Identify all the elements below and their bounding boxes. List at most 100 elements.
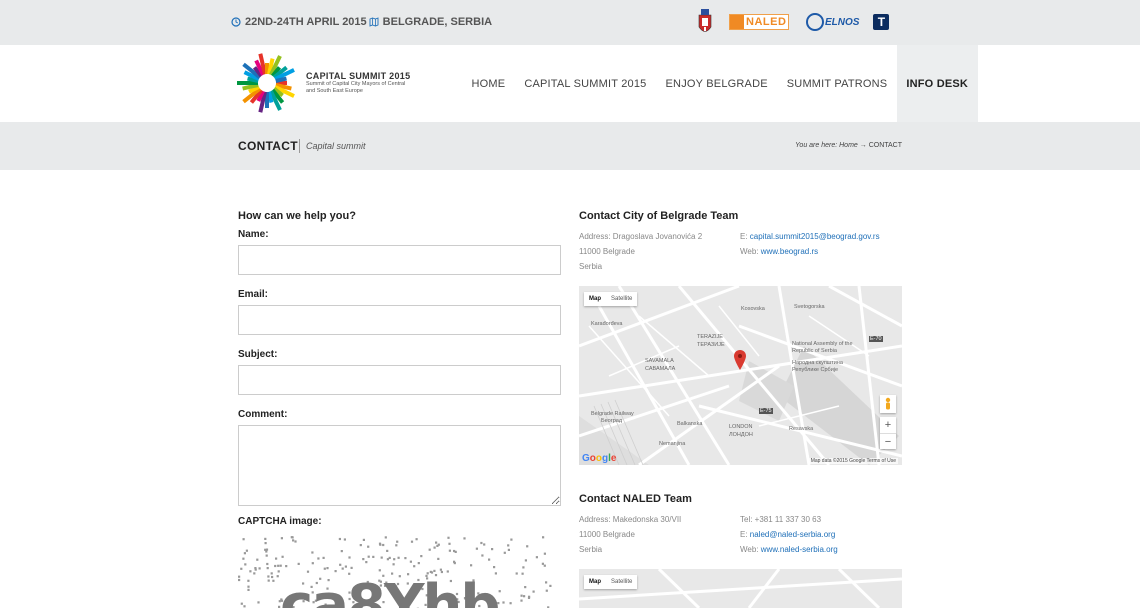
subject-label: Subject: xyxy=(238,349,278,360)
captcha-noise xyxy=(344,565,347,568)
city-map[interactable]: Svetogorska Kosovska TERAZIJE ТЕРАЗИЈЕ S… xyxy=(579,286,902,465)
captcha-noise xyxy=(334,570,337,573)
map-label: Kosovska xyxy=(741,306,765,312)
captcha-noise xyxy=(271,575,274,579)
location-pin-icon[interactable] xyxy=(734,350,746,370)
captcha-noise xyxy=(409,560,412,563)
captcha-noise xyxy=(242,538,245,541)
naled-map[interactable]: Map Satellite xyxy=(579,569,902,608)
map-label: E-75 xyxy=(759,408,773,414)
google-logo: Google xyxy=(582,453,617,464)
captcha-noise xyxy=(509,602,512,605)
site-header: CAPITAL SUMMIT 2015 Summit of Capital Ci… xyxy=(0,45,1140,122)
city-web-prefix: Web: xyxy=(740,247,761,256)
event-info: 22ND-24TH APRIL 2015 BELGRADE, SERBIA xyxy=(231,16,492,28)
captcha-noise xyxy=(502,601,505,604)
captcha-noise xyxy=(264,542,267,545)
email-field[interactable] xyxy=(238,305,561,335)
city-email-prefix: E: xyxy=(740,232,750,241)
captcha-noise xyxy=(510,538,513,541)
naled-web-link[interactable]: www.naled-serbia.org xyxy=(761,545,838,554)
captcha-noise xyxy=(447,536,450,539)
breadcrumb: You are here: Home → CONTACT xyxy=(795,142,902,149)
map-type-tabs: Map Satellite xyxy=(584,292,638,306)
map-label: Nemanjina xyxy=(659,441,686,447)
pegman-icon[interactable] xyxy=(880,395,896,413)
captcha-noise xyxy=(417,562,420,565)
captcha-noise xyxy=(359,544,362,547)
city-email-link[interactable]: capital.summit2015@beograd.gov.rs xyxy=(750,232,880,241)
captcha-noise xyxy=(448,549,451,552)
captcha-noise xyxy=(256,558,259,561)
captcha-noise xyxy=(520,599,523,602)
captcha-noise xyxy=(265,554,268,557)
captcha-label: CAPTCHA image: xyxy=(238,516,322,527)
naled-logo[interactable]: NALED xyxy=(729,14,789,30)
elnos-logo[interactable]: ELNOS xyxy=(806,13,859,31)
city-address-line1: Address: Dragoslava Jovanovića 2 xyxy=(579,232,703,241)
captcha-noise xyxy=(274,564,277,568)
nav-home[interactable]: HOME xyxy=(462,45,515,122)
naled-address-line1: Address: Makedonska 30/VII xyxy=(579,515,682,524)
captcha-noise xyxy=(493,566,496,569)
subject-field[interactable] xyxy=(238,365,561,395)
zoom-out-button[interactable]: − xyxy=(880,433,896,449)
naled-web-prefix: Web: xyxy=(740,545,761,554)
captcha-noise xyxy=(258,567,261,570)
captcha-noise xyxy=(265,550,268,553)
captcha-noise xyxy=(338,537,341,541)
captcha-noise xyxy=(470,564,473,567)
captcha-noise xyxy=(270,572,273,575)
name-field[interactable] xyxy=(238,245,561,275)
nav-summit-patrons[interactable]: SUMMIT PATRONS xyxy=(777,45,897,122)
captcha-noise xyxy=(491,548,494,551)
map-tab-satellite[interactable]: Satellite xyxy=(606,292,637,306)
map-tab-map[interactable]: Map xyxy=(584,292,606,306)
captcha-noise xyxy=(272,579,275,582)
captcha-noise xyxy=(543,564,546,567)
captcha-noise xyxy=(437,557,440,560)
logo-ray xyxy=(267,91,274,103)
captcha-noise xyxy=(362,558,365,561)
nav-capital-summit-2015[interactable]: CAPITAL SUMMIT 2015 xyxy=(515,45,656,122)
map-label: Народна скупштина Републике Србије xyxy=(792,360,843,373)
captcha-noise xyxy=(281,555,284,558)
captcha-noise xyxy=(528,595,531,598)
map-attribution[interactable]: Map data ©2015 Google Terms of Use xyxy=(808,458,898,464)
partner-logos: NALED ELNOS T xyxy=(696,6,890,38)
captcha-noise xyxy=(257,601,260,604)
map-tab-map[interactable]: Map xyxy=(584,575,606,589)
captcha-noise xyxy=(290,536,293,539)
map-label: National Assembly of the Republic of Ser… xyxy=(792,341,853,354)
breadcrumb-prefix[interactable]: You are here: Home → xyxy=(795,142,867,149)
map-label: Београд xyxy=(601,418,623,424)
naled-email-link[interactable]: naled@naled-serbia.org xyxy=(750,530,836,539)
capital-summit-logo[interactable] xyxy=(234,50,300,116)
captcha-noise xyxy=(435,541,438,544)
captcha-noise xyxy=(439,568,442,571)
logo-ray xyxy=(275,76,287,83)
captcha-image: ca8Yhb xyxy=(238,536,552,608)
comment-field[interactable] xyxy=(238,425,561,506)
nav-info-desk[interactable]: INFO DESK xyxy=(896,45,978,122)
zoom-in-button[interactable]: + xyxy=(880,417,896,433)
telekom-logo[interactable]: T xyxy=(873,14,890,30)
contact-form: How can we help you? Name: Email: Subjec… xyxy=(238,210,562,608)
map-type-tabs: Map Satellite xyxy=(584,575,638,589)
captcha-noise xyxy=(413,565,416,568)
logo-text[interactable]: CAPITAL SUMMIT 2015 Summit of Capital Ci… xyxy=(306,71,410,95)
captcha-noise xyxy=(249,570,252,573)
captcha-noise xyxy=(545,589,548,592)
city-web-link[interactable]: www.beograd.rs xyxy=(761,247,818,256)
map-tab-satellite[interactable]: Satellite xyxy=(606,575,637,589)
naled-email-prefix: E: xyxy=(740,530,750,539)
contact-naled-section: Contact NALED Team Address: Makedonska 3… xyxy=(579,493,902,557)
nav-enjoy-belgrade[interactable]: ENJOY BELGRADE xyxy=(656,45,777,122)
captcha-noise xyxy=(367,555,370,558)
contact-naled-info: Address: Makedonska 30/VII 11000 Belgrad… xyxy=(579,512,902,557)
main-nav: HOME CAPITAL SUMMIT 2015 ENJOY BELGRADE … xyxy=(462,45,978,122)
captcha-noise xyxy=(515,572,518,575)
city-address-line2: 11000 Belgrade xyxy=(579,247,635,256)
belgrade-coat-of-arms-logo[interactable] xyxy=(696,7,714,37)
captcha-noise xyxy=(343,538,346,541)
